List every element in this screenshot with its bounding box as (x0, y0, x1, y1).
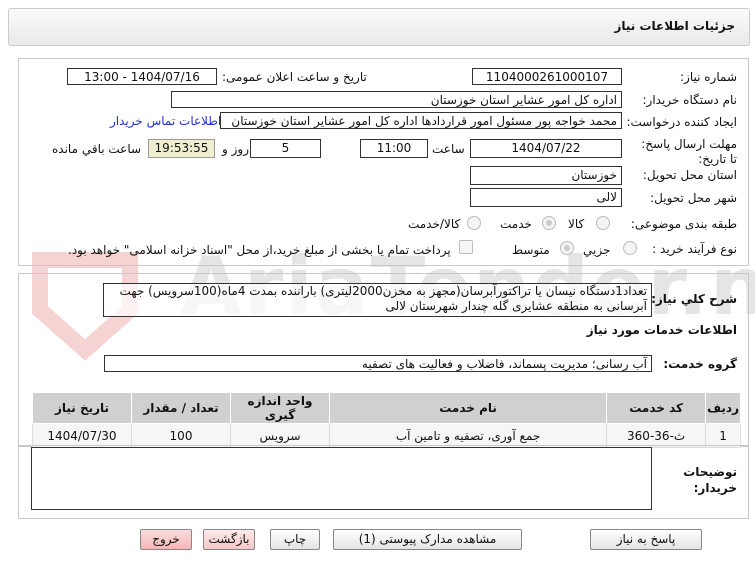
announce-field: 1404/07/16 - 13:00 (67, 68, 217, 85)
col-row: ردیف (705, 392, 741, 424)
category-label: طبقه بندی موضوعی: (630, 217, 737, 231)
creator-field: محمد خواجه پور مسئول امور قراردادها ادار… (220, 112, 622, 129)
table-row: 1 ث-36-360 جمع آوری، تصفیه و تامین آب سر… (32, 423, 741, 448)
print-button[interactable]: چاپ (270, 529, 320, 550)
process-radio-minor[interactable] (623, 241, 637, 255)
need-number-field: 1104000261000107 (472, 68, 622, 85)
category-option-goods: کالا (568, 217, 585, 231)
buyer-notes-label: توضیحات خریدار: (683, 465, 737, 495)
deadline-time-field: 11:00 (360, 139, 428, 158)
time-label: ساعت (432, 142, 465, 156)
process-radio-medium[interactable] (560, 241, 574, 255)
description-field[interactable]: تعداد1دستگاه نیسان یا تراکتورآبرسان(مجهز… (103, 283, 652, 317)
col-name: نام خدمت (328, 392, 608, 424)
exit-button[interactable]: خروج (140, 529, 192, 550)
treasury-checkbox[interactable] (459, 240, 473, 254)
table-header-row: ردیف کد خدمت نام خدمت واحد اندازه گیری ت… (32, 392, 741, 424)
col-date: تاریخ نیاز (32, 392, 132, 424)
contact-buyer-link[interactable]: اطلاعات تماس خریدار (110, 114, 221, 128)
page-header: جزئیات اطلاعات نیاز (8, 8, 750, 46)
days-field: 5 (250, 139, 321, 158)
province-field: خوزستان (470, 166, 622, 185)
city-label: شهر محل تحویل: (650, 191, 737, 205)
cell-unit: سرویس (230, 423, 330, 448)
services-section-title: اطلاعات خدمات مورد نیاز (586, 323, 737, 337)
process-option-minor: جزیي (583, 243, 611, 257)
category-radio-goods[interactable] (596, 216, 610, 230)
days-label: روز و (222, 142, 249, 156)
col-code: کد خدمت (606, 392, 707, 424)
need-number-label: شماره نیاز: (680, 70, 737, 84)
cell-qty: 100 (131, 423, 231, 448)
buyer-notes-field[interactable] (31, 447, 652, 510)
category-option-both: کالا/خدمت (408, 217, 461, 231)
creator-label: ایجاد کننده درخواست: (626, 115, 737, 129)
col-unit: واحد اندازه گیری (230, 392, 330, 424)
buyer-label: نام دستگاه خریدار: (642, 93, 738, 107)
category-radio-service[interactable] (542, 216, 556, 230)
view-attachments-button[interactable]: مشاهده مدارک پیوستی (1) (333, 529, 522, 550)
deadline-label: مهلت ارسال پاسخ: تا تاریخ: (641, 137, 737, 166)
announce-label: تاریخ و ساعت اعلان عمومی: (222, 70, 367, 84)
page-title: جزئیات اطلاعات نیاز (614, 19, 735, 33)
city-field: لالی (470, 188, 622, 207)
cell-name: جمع آوری، تصفیه و تامین آب (328, 423, 608, 448)
cell-row: 1 (705, 423, 741, 448)
process-option-medium: متوسط (512, 243, 550, 257)
payment-note: پرداخت تمام یا بخشی از مبلغ خرید،از محل … (68, 243, 451, 257)
reply-button[interactable]: پاسخ به نیاز (590, 529, 702, 550)
back-button[interactable]: بازگشت (203, 529, 255, 550)
cell-date: 1404/07/30 (32, 423, 132, 448)
remaining-time-field: 19:53:55 (148, 139, 215, 158)
category-option-service: خدمت (500, 217, 532, 231)
process-label: نوع فرآیند خرید : (652, 242, 737, 256)
col-qty: تعداد / مقدار (131, 392, 231, 424)
cell-code: ث-36-360 (606, 423, 707, 448)
description-label: شرح کلي نیاز: (651, 292, 737, 306)
province-label: استان محل تحویل: (642, 168, 737, 182)
service-group-field: آب رسانی؛ مدیریت پسماند، فاضلاب و فعالیت… (104, 355, 652, 372)
services-table: ردیف کد خدمت نام خدمت واحد اندازه گیری ت… (32, 392, 741, 448)
service-group-label: گروه خدمت: (663, 357, 737, 371)
category-radio-both[interactable] (467, 216, 481, 230)
remaining-label: ساعت باقي مانده (52, 142, 142, 156)
deadline-date-field: 1404/07/22 (470, 139, 622, 158)
buyer-field: اداره کل امور عشایر استان خوزستان (171, 91, 622, 108)
